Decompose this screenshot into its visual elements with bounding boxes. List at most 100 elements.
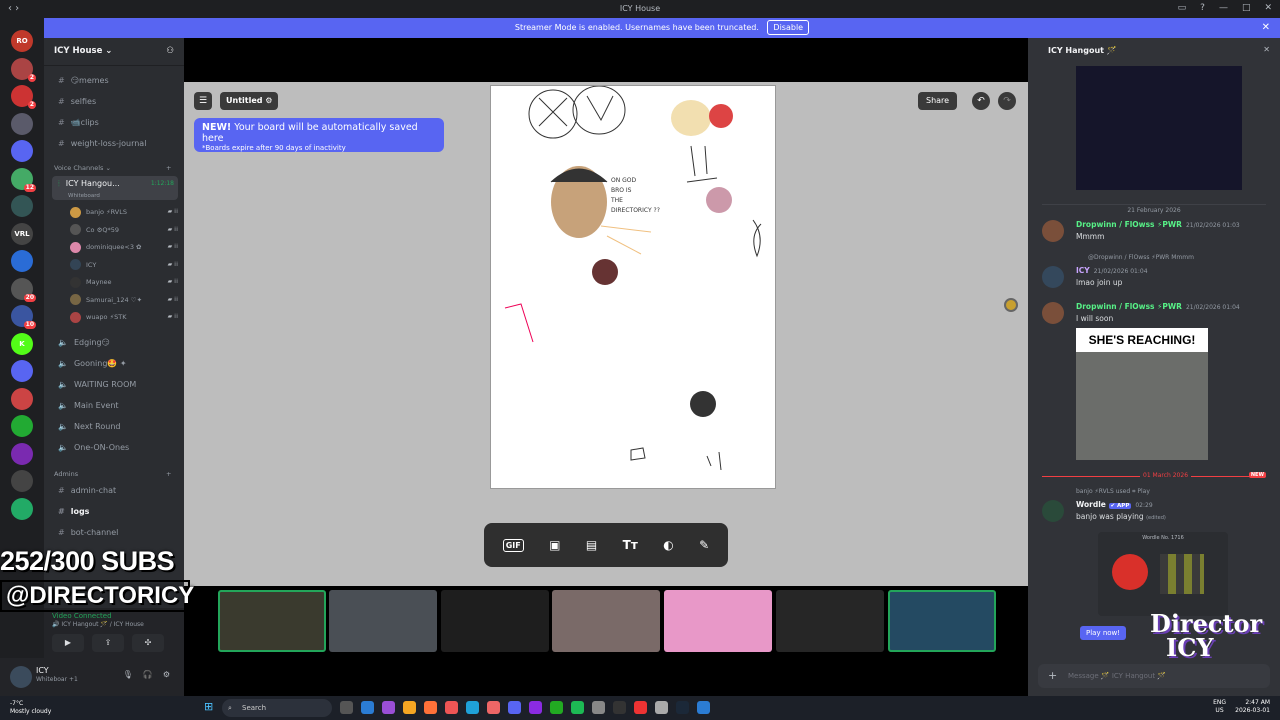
channel-weight-loss-journal[interactable]: # weight-loss-journal [52,135,178,153]
voice-user[interactable]: banjo ⚡RVLS ▰ ⁞⁞ [70,204,178,220]
shape-tool-icon[interactable]: ◐ [663,538,673,552]
server-icon[interactable] [11,112,33,135]
participant-tile[interactable] [776,590,884,652]
server-icon[interactable] [11,470,33,492]
activities-button[interactable]: ✣ [132,634,164,652]
taskbar-app-icon[interactable] [445,701,458,714]
gif-embed[interactable] [1076,66,1242,190]
voice-channel[interactable]: 🔈 Main Event [52,397,178,415]
channel-selfies[interactable]: # selfies [52,93,178,111]
voice-user[interactable]: wuapo ⚡STK ▰ ⁞⁞ [70,309,178,325]
channel-bot-channel[interactable]: # bot-channel [52,524,178,542]
message-input[interactable]: + Message 🪄 ICY Hangout 🪄 [1038,664,1270,688]
voice-channel[interactable]: 🔈 Edging😏 [52,334,178,352]
server-icon[interactable]: RO [11,30,33,52]
guild-header[interactable]: ICY House ⌄ ⚇ [44,38,184,66]
avatar[interactable] [1042,302,1064,324]
avatar[interactable] [10,666,32,688]
share-button[interactable]: Share [918,92,958,110]
voice-channel[interactable]: 🔈 WAITING ROOM [52,376,178,394]
menu-icon[interactable]: ☰ [194,92,212,110]
screen-share-button[interactable]: ⇪ [92,634,124,652]
close-button[interactable]: ✕ [1264,3,1272,13]
taskbar-app-icon[interactable] [592,701,605,714]
participant-tile[interactable] [552,590,660,652]
voice-user[interactable]: Co ⚙Q*59 ▰ ⁞⁞ [70,222,178,238]
channel-admin-chat[interactable]: # admin-chat [52,482,178,500]
server-icon[interactable]: VRL [11,222,33,245]
taskbar-app-icon[interactable] [466,701,479,714]
voice-channel[interactable]: 🔈 One-ON-Ones [52,439,178,457]
add-member-icon[interactable]: ⚇ [166,46,174,56]
taskbar-app-icon[interactable] [403,701,416,714]
board-title-button[interactable]: Untitled ⚙ [220,92,279,110]
voice-user[interactable]: ICY ▰ ⁞⁞ [70,257,178,273]
minimize-button[interactable]: — [1219,3,1228,13]
pen-tool-icon[interactable]: ✎ [699,538,709,552]
voice-user[interactable]: Samurai_124 ♡✦ ▰ ⁞⁞ [70,292,178,308]
server-icon[interactable]: 2 [11,57,36,82]
sticky-note-icon[interactable]: ▤ [586,538,597,552]
undo-icon[interactable]: ↶ [972,92,990,110]
participant-tile[interactable] [329,590,437,652]
add-channel-icon[interactable]: + [166,470,171,478]
taskbar-app-icon[interactable] [508,701,521,714]
gif-tool-icon[interactable]: GIF [502,538,524,552]
taskbar-app-icon[interactable] [361,701,374,714]
avatar[interactable] [1042,220,1064,242]
wordle-embed[interactable]: Wordle No. 1716 [1098,532,1228,616]
server-icon[interactable] [11,360,33,382]
gif-image[interactable]: SHE'S REACHING! [1076,328,1208,460]
server-icon[interactable]: 10 [11,305,36,329]
taskbar-search[interactable]: ⌕ Search [222,699,332,717]
voice-channel-icy-hangout[interactable]: ⦙ ICY Hangou... 1:12:18 Whiteboard [52,176,178,200]
command-used-line[interactable]: banjo ⚡RVLS used ⌗ Play [1076,488,1150,496]
maximize-button[interactable]: □ [1242,3,1251,13]
close-icon[interactable]: ✕ [1263,45,1270,54]
taskbar-app-icon[interactable] [676,701,689,714]
voice-channel[interactable]: 🔈 Gooning🤩 ✦ [52,355,178,373]
taskbar-app-icon[interactable] [424,701,437,714]
voice-category[interactable]: Voice Channels ⌄ + [54,164,171,172]
disable-button[interactable]: Disable [767,20,810,35]
help-icon[interactable]: ? [1200,3,1205,13]
taskbar-app-icon[interactable] [697,701,710,714]
camera-button[interactable]: ▶ [52,634,84,652]
taskbar-app-icon[interactable] [487,701,500,714]
server-icon[interactable] [11,387,33,410]
taskbar-app-icon[interactable] [613,701,626,714]
close-icon[interactable]: ✕ [1262,18,1270,38]
whiteboard-canvas[interactable]: ON GOD BRO IS THE DIRECTORICY ?? ☰ Untit… [184,82,1116,586]
channel-logs[interactable]: # logs [52,503,178,521]
image-add-icon[interactable]: ▣ [549,538,560,552]
server-icon[interactable] [11,497,33,520]
microphone-icon[interactable]: 🎙 [123,670,133,679]
taskbar-app-icon[interactable] [382,701,395,714]
taskbar-app-icon[interactable] [571,701,584,714]
server-icon[interactable] [11,250,33,272]
channel-memes[interactable]: # 😏memes [52,72,178,90]
text-tool-icon[interactable]: Tт [623,538,638,552]
participant-tile[interactable] [441,590,549,652]
channel-clips[interactable]: # 📹clips [52,114,178,132]
weather-widget[interactable]: -7°C Mostly cloudy [10,700,51,716]
server-icon[interactable] [11,415,33,437]
add-attachment-icon[interactable]: + [1048,664,1057,688]
inbox-icon[interactable]: ▭ [1178,3,1187,13]
server-icon[interactable]: K [11,332,33,355]
redo-icon[interactable]: ↷ [998,92,1016,110]
whiteboard-page[interactable]: ON GOD BRO IS THE DIRECTORICY ?? [490,85,776,489]
server-icon[interactable] [11,140,33,162]
participant-tile[interactable] [218,590,326,652]
server-icon[interactable] [11,195,33,217]
voice-user[interactable]: Maynee ▰ ⁞⁞ [70,274,178,290]
server-icon[interactable] [11,442,33,465]
server-icon[interactable]: 20 [11,277,36,302]
headphones-icon[interactable]: 🎧 [143,670,153,679]
server-icon[interactable]: 12 [11,167,36,192]
language-indicator[interactable]: ENG US [1213,699,1226,715]
play-now-button[interactable]: Play now! [1080,626,1127,640]
participant-tile[interactable] [664,590,772,652]
voice-user[interactable]: dominiquee<3 ✿ ▰ ⁞⁞ [70,239,178,255]
taskbar-app-icon[interactable] [340,701,353,714]
